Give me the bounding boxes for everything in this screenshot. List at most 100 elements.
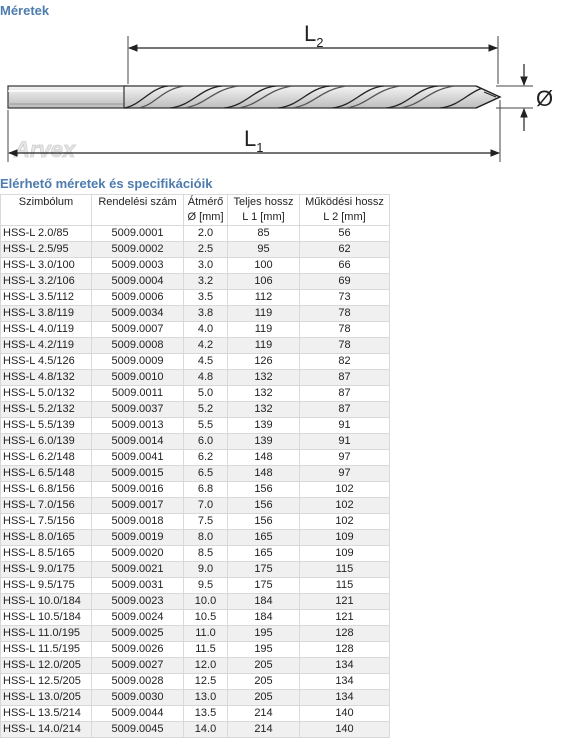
cell-working-length: 78 <box>299 321 390 338</box>
cell-order-number: 5009.0030 <box>91 689 184 706</box>
cell-symbol: HSS-L 4.8/132 <box>0 369 92 386</box>
cell-order-number: 5009.0003 <box>91 257 184 274</box>
table-row: HSS-L 3.0/100 5009.0003 3.0 100 66 <box>0 257 390 274</box>
cell-symbol: HSS-L 12.5/205 <box>0 673 92 690</box>
cell-symbol: HSS-L 9.0/175 <box>0 561 92 578</box>
cell-order-number: 5009.0021 <box>91 561 184 578</box>
table-row: HSS-L 5.2/132 5009.0037 5.2 132 87 <box>0 401 390 418</box>
cell-order-number: 5009.0041 <box>91 449 184 466</box>
cell-order-number: 5009.0009 <box>91 353 184 370</box>
cell-working-length: 121 <box>299 593 390 610</box>
cell-working-length: 115 <box>299 577 390 594</box>
cell-diameter: 10.0 <box>183 593 228 610</box>
specifications-heading: Elérhető méretek és specifikációik <box>0 176 213 191</box>
cell-order-number: 5009.0025 <box>91 625 184 642</box>
table-row: HSS-L 2.0/85 5009.0001 2.0 85 56 <box>0 225 390 242</box>
cell-order-number: 5009.0020 <box>91 545 184 562</box>
cell-symbol: HSS-L 12.0/205 <box>0 657 92 674</box>
cell-symbol: HSS-L 7.5/156 <box>0 513 92 530</box>
cell-total-length: 205 <box>227 673 300 690</box>
cell-working-length: 91 <box>299 433 390 450</box>
drill-flutes <box>123 85 502 109</box>
table-row: HSS-L 3.5/112 5009.0006 3.5 112 73 <box>0 289 390 306</box>
cell-working-length: 97 <box>299 465 390 482</box>
col-header-total-length: Teljes hossz L 1 [mm] <box>227 194 300 226</box>
cell-diameter: 12.0 <box>183 657 228 674</box>
cell-working-length: 69 <box>299 273 390 290</box>
cell-diameter: 4.0 <box>183 321 228 338</box>
cell-total-length: 95 <box>227 241 300 258</box>
cell-symbol: HSS-L 13.0/205 <box>0 689 92 706</box>
cell-diameter: 6.2 <box>183 449 228 466</box>
table-row: HSS-L 12.0/205 5009.0027 12.0 205 134 <box>0 657 390 674</box>
cell-working-length: 87 <box>299 401 390 418</box>
table-header-row: Szimbólum Rendelési szám Átmérő Ø [mm] T… <box>0 194 390 226</box>
table-row: HSS-L 3.8/119 5009.0034 3.8 119 78 <box>0 305 390 322</box>
cell-order-number: 5009.0015 <box>91 465 184 482</box>
col-header-symbol: Szimbólum <box>0 194 92 226</box>
cell-diameter: 3.8 <box>183 305 228 322</box>
table-row: HSS-L 7.0/156 5009.0017 7.0 156 102 <box>0 497 390 514</box>
cell-diameter: 5.5 <box>183 417 228 434</box>
cell-working-length: 62 <box>299 241 390 258</box>
cell-diameter: 8.0 <box>183 529 228 546</box>
cell-diameter: 3.0 <box>183 257 228 274</box>
cell-symbol: HSS-L 10.5/184 <box>0 609 92 626</box>
table-row: HSS-L 11.5/195 5009.0026 11.5 195 128 <box>0 641 390 658</box>
cell-working-length: 87 <box>299 369 390 386</box>
cell-order-number: 5009.0016 <box>91 481 184 498</box>
cell-symbol: HSS-L 6.8/156 <box>0 481 92 498</box>
table-row: HSS-L 2.5/95 5009.0002 2.5 95 62 <box>0 241 390 258</box>
cell-symbol: HSS-L 5.0/132 <box>0 385 92 402</box>
cell-symbol: HSS-L 4.2/119 <box>0 337 92 354</box>
cell-order-number: 5009.0018 <box>91 513 184 530</box>
cell-symbol: HSS-L 6.2/148 <box>0 449 92 466</box>
table-row: HSS-L 11.0/195 5009.0025 11.0 195 128 <box>0 625 390 642</box>
cell-symbol: HSS-L 5.2/132 <box>0 401 92 418</box>
cell-working-length: 109 <box>299 545 390 562</box>
cell-order-number: 5009.0023 <box>91 593 184 610</box>
cell-diameter: 2.5 <box>183 241 228 258</box>
cell-order-number: 5009.0001 <box>91 225 184 242</box>
table-row: HSS-L 4.0/119 5009.0007 4.0 119 78 <box>0 321 390 338</box>
cell-symbol: HSS-L 4.5/126 <box>0 353 92 370</box>
cell-diameter: 6.5 <box>183 465 228 482</box>
table-row: HSS-L 10.0/184 5009.0023 10.0 184 121 <box>0 593 390 610</box>
cell-working-length: 82 <box>299 353 390 370</box>
cell-order-number: 5009.0019 <box>91 529 184 546</box>
cell-total-length: 175 <box>227 577 300 594</box>
table-row: HSS-L 5.0/132 5009.0011 5.0 132 87 <box>0 385 390 402</box>
cell-working-length: 102 <box>299 481 390 498</box>
cell-working-length: 109 <box>299 529 390 546</box>
cell-order-number: 5009.0011 <box>91 385 184 402</box>
cell-diameter: 2.0 <box>183 225 228 242</box>
cell-diameter: 3.5 <box>183 289 228 306</box>
table-row: HSS-L 9.5/175 5009.0031 9.5 175 115 <box>0 577 390 594</box>
cell-diameter: 13.5 <box>183 705 228 722</box>
arvex-logo: Arvex <box>13 137 76 162</box>
cell-working-length: 56 <box>299 225 390 242</box>
cell-diameter: 6.8 <box>183 481 228 498</box>
cell-diameter: 11.5 <box>183 641 228 658</box>
cell-order-number: 5009.0004 <box>91 273 184 290</box>
cell-working-length: 134 <box>299 657 390 674</box>
cell-order-number: 5009.0024 <box>91 609 184 626</box>
cell-symbol: HSS-L 6.0/139 <box>0 433 92 450</box>
table-row: HSS-L 8.5/165 5009.0020 8.5 165 109 <box>0 545 390 562</box>
cell-order-number: 5009.0037 <box>91 401 184 418</box>
cell-total-length: 184 <box>227 593 300 610</box>
cell-symbol: HSS-L 2.0/85 <box>0 225 92 242</box>
table-row: HSS-L 6.0/139 5009.0014 6.0 139 91 <box>0 433 390 450</box>
cell-symbol: HSS-L 8.5/165 <box>0 545 92 562</box>
l2-label: L2 <box>304 22 323 50</box>
cell-diameter: 5.0 <box>183 385 228 402</box>
cell-total-length: 148 <box>227 449 300 466</box>
table-row: HSS-L 6.2/148 5009.0041 6.2 148 97 <box>0 449 390 466</box>
cell-working-length: 128 <box>299 641 390 658</box>
cell-total-length: 139 <box>227 433 300 450</box>
cell-order-number: 5009.0017 <box>91 497 184 514</box>
cell-symbol: HSS-L 9.5/175 <box>0 577 92 594</box>
cell-order-number: 5009.0031 <box>91 577 184 594</box>
cell-order-number: 5009.0008 <box>91 337 184 354</box>
dimensions-heading: Méretek <box>0 3 50 18</box>
